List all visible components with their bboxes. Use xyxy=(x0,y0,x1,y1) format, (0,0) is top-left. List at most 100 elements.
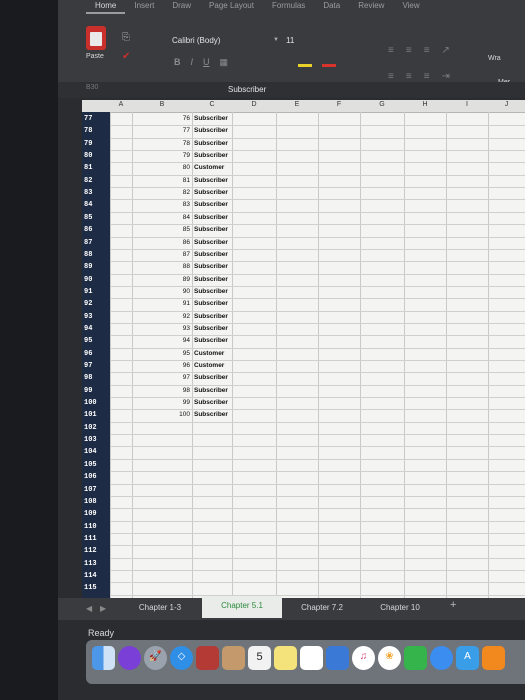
cell-a[interactable]: 78 xyxy=(132,140,190,147)
photos-icon[interactable]: ❀ xyxy=(378,646,401,670)
sheet-tab-chapter-1-3[interactable]: Chapter 1-3 xyxy=(118,598,202,618)
cell-b[interactable]: Subscriber xyxy=(194,201,228,208)
cell-a[interactable]: 97 xyxy=(132,374,190,381)
row-header[interactable]: 101 xyxy=(84,411,108,419)
row-header[interactable]: 113 xyxy=(84,560,108,568)
row-header[interactable]: 88 xyxy=(84,251,108,259)
row-header[interactable]: 97 xyxy=(84,362,108,370)
cell-b[interactable]: Subscriber xyxy=(194,325,228,332)
row-header[interactable]: 89 xyxy=(84,263,108,271)
cell-a[interactable]: 86 xyxy=(132,239,190,246)
column-header-b[interactable]: B xyxy=(132,101,192,108)
cell-a[interactable]: 82 xyxy=(132,189,190,196)
row-header[interactable]: 83 xyxy=(84,189,108,197)
mail-icon[interactable] xyxy=(196,646,219,670)
cell-a[interactable]: 99 xyxy=(132,399,190,406)
row-header[interactable]: 96 xyxy=(84,350,108,358)
cell-b[interactable]: Customer xyxy=(194,362,224,369)
sheet-tab-chapter-7-2[interactable]: Chapter 7.2 xyxy=(282,598,362,618)
row-header[interactable]: 100 xyxy=(84,399,108,407)
tab-home[interactable]: Home xyxy=(86,0,126,14)
cell-a[interactable]: 87 xyxy=(132,251,190,258)
prev-sheet-icon[interactable]: ◀ xyxy=(86,604,92,613)
align-bottom-icon[interactable]: ≡ xyxy=(424,45,430,56)
cell-b[interactable]: Subscriber xyxy=(194,276,228,283)
column-header-a[interactable]: A xyxy=(110,101,132,108)
font-name-field[interactable]: Calibri (Body) xyxy=(172,36,220,45)
notes-icon[interactable] xyxy=(274,646,297,670)
cell-a[interactable]: 89 xyxy=(132,276,190,283)
italic-button[interactable]: I xyxy=(191,57,194,68)
tab-review[interactable]: Review xyxy=(349,0,393,14)
tab-view[interactable]: View xyxy=(393,0,428,14)
app-store-icon[interactable]: A xyxy=(456,646,479,670)
row-header[interactable]: 78 xyxy=(84,127,108,135)
launchpad-icon[interactable]: 🚀 xyxy=(144,646,167,670)
font-size-field[interactable]: 11 xyxy=(286,36,294,45)
row-header[interactable]: 82 xyxy=(84,177,108,185)
sheet-tab-chapter-5-1[interactable]: Chapter 5.1 xyxy=(202,596,282,618)
cell-b[interactable]: Subscriber xyxy=(194,374,228,381)
calendar-icon[interactable]: 5 xyxy=(248,646,271,670)
indent-icon[interactable]: ⇥ xyxy=(442,71,450,82)
bold-button[interactable]: B xyxy=(174,57,181,68)
row-header[interactable]: 84 xyxy=(84,201,108,209)
cell-a[interactable]: 77 xyxy=(132,127,190,134)
tab-insert[interactable]: Insert xyxy=(125,0,163,14)
cell-b[interactable]: Subscriber xyxy=(194,189,228,196)
cell-b[interactable]: Subscriber xyxy=(194,239,228,246)
align-top-icon[interactable]: ≡ xyxy=(388,45,394,56)
column-header-d[interactable]: D xyxy=(232,101,276,108)
cell-a[interactable]: 94 xyxy=(132,337,190,344)
row-header[interactable]: 110 xyxy=(84,523,108,531)
row-header[interactable]: 79 xyxy=(84,140,108,148)
ibooks-icon[interactable] xyxy=(482,646,505,670)
row-header[interactable]: 91 xyxy=(84,288,108,296)
finder-icon[interactable] xyxy=(92,646,115,670)
tab-data[interactable]: Data xyxy=(314,0,349,14)
messages-icon[interactable] xyxy=(430,646,453,670)
row-header[interactable]: 86 xyxy=(84,226,108,234)
name-box[interactable]: B30 xyxy=(86,84,98,91)
cell-a[interactable]: 95 xyxy=(132,350,190,357)
row-header[interactable]: 102 xyxy=(84,424,108,432)
cell-a[interactable]: 79 xyxy=(132,152,190,159)
cell-a[interactable]: 92 xyxy=(132,313,190,320)
column-header-g[interactable]: G xyxy=(360,101,404,108)
row-header[interactable]: 93 xyxy=(84,313,108,321)
add-sheet-button[interactable]: + xyxy=(450,599,456,611)
cell-a[interactable]: 81 xyxy=(132,177,190,184)
column-header-i[interactable]: I xyxy=(446,101,488,108)
cell-a[interactable]: 100 xyxy=(132,411,190,418)
row-header[interactable]: 106 xyxy=(84,473,108,481)
row-header[interactable]: 107 xyxy=(84,486,108,494)
next-sheet-icon[interactable]: ▶ xyxy=(100,604,106,613)
row-header[interactable]: 92 xyxy=(84,300,108,308)
borders-icon[interactable]: ▦ xyxy=(220,57,229,68)
cell-a[interactable]: 76 xyxy=(132,115,190,122)
highlight-color-icon[interactable] xyxy=(298,64,312,67)
cell-a[interactable]: 83 xyxy=(132,201,190,208)
keynote-icon[interactable] xyxy=(326,646,349,670)
row-header[interactable]: 87 xyxy=(84,239,108,247)
row-header[interactable]: 85 xyxy=(84,214,108,222)
align-center-icon[interactable]: ≡ xyxy=(406,71,412,82)
cell-a[interactable]: 80 xyxy=(132,164,190,171)
cell-b[interactable]: Subscriber xyxy=(194,140,228,147)
row-header[interactable]: 99 xyxy=(84,387,108,395)
cell-a[interactable]: 90 xyxy=(132,288,190,295)
row-header[interactable]: 115 xyxy=(84,584,108,592)
facetime-icon[interactable] xyxy=(404,646,427,670)
align-right-icon[interactable]: ≡ xyxy=(424,71,430,82)
row-header[interactable]: 103 xyxy=(84,436,108,444)
row-header[interactable]: 112 xyxy=(84,547,108,555)
tab-draw[interactable]: Draw xyxy=(163,0,200,14)
cell-a[interactable]: 84 xyxy=(132,214,190,221)
column-header-e[interactable]: E xyxy=(276,101,318,108)
cell-b[interactable]: Subscriber xyxy=(194,251,228,258)
cell-b[interactable]: Subscriber xyxy=(194,411,228,418)
tab-page-layout[interactable]: Page Layout xyxy=(200,0,263,14)
font-color-icon[interactable] xyxy=(322,64,336,67)
underline-button[interactable]: U xyxy=(203,57,210,68)
contacts-icon[interactable] xyxy=(222,646,245,670)
